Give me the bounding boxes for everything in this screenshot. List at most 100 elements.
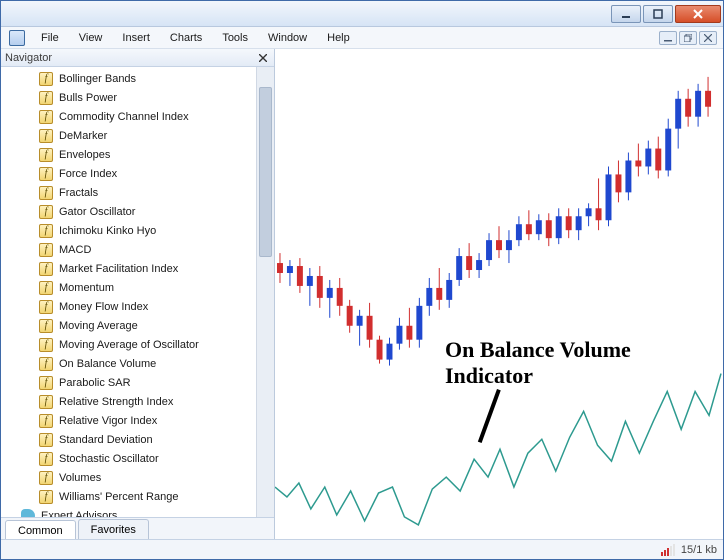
indicator-label: On Balance Volume — [59, 358, 156, 370]
indicator-item[interactable]: f Relative Strength Index — [39, 392, 256, 411]
menu-insert[interactable]: Insert — [112, 30, 160, 46]
restore-icon — [684, 34, 692, 42]
indicator-icon: f — [39, 376, 53, 390]
expert-advisors-icon — [21, 509, 35, 518]
indicator-label: Money Flow Index — [59, 301, 148, 313]
indicator-label: Standard Deviation — [59, 434, 153, 446]
close-icon — [692, 9, 704, 19]
expert-advisors-item[interactable]: Expert Advisors — [21, 506, 256, 517]
indicator-label: Bulls Power — [59, 92, 117, 104]
indicator-item[interactable]: f Fractals — [39, 183, 256, 202]
annotation-label: On Balance Volume Indicator — [445, 337, 631, 390]
close-icon — [259, 54, 267, 62]
tab-favorites[interactable]: Favorites — [78, 519, 149, 539]
navigator-scrollbar[interactable] — [256, 67, 274, 517]
indicator-item[interactable]: f Momentum — [39, 278, 256, 297]
menu-tools[interactable]: Tools — [212, 30, 258, 46]
indicator-label: Volumes — [59, 472, 101, 484]
indicator-item[interactable]: f On Balance Volume — [39, 354, 256, 373]
menu-view[interactable]: View — [69, 30, 113, 46]
close-button[interactable] — [675, 5, 721, 23]
close-icon — [704, 34, 712, 42]
indicator-icon: f — [39, 433, 53, 447]
indicator-label: Williams' Percent Range — [59, 491, 178, 503]
indicator-icon: f — [39, 72, 53, 86]
indicator-label: Commodity Channel Index — [59, 111, 189, 123]
minimize-button[interactable] — [611, 5, 641, 23]
indicator-item[interactable]: f Moving Average — [39, 316, 256, 335]
indicator-item[interactable]: fMarket Facilitation Index — [39, 259, 256, 278]
indicator-item[interactable]: fBollinger Bands — [39, 69, 256, 88]
scrollbar-thumb[interactable] — [259, 87, 272, 257]
indicator-icon: f — [39, 338, 53, 352]
indicator-label: Relative Strength Index — [59, 396, 173, 408]
indicator-icon: f — [39, 224, 53, 238]
indicator-icon: f — [39, 91, 53, 105]
indicator-icon: f — [39, 186, 53, 200]
mdi-restore-button[interactable] — [679, 31, 697, 45]
indicator-label: Force Index — [59, 168, 117, 180]
maximize-button[interactable] — [643, 5, 673, 23]
menu-charts[interactable]: Charts — [160, 30, 212, 46]
indicator-item[interactable]: fIchimoku Kinko Hyo — [39, 221, 256, 240]
indicator-icon: f — [39, 281, 53, 295]
indicator-item[interactable]: f Money Flow Index — [39, 297, 256, 316]
minimize-icon — [664, 34, 672, 42]
indicator-label: Relative Vigor Index — [59, 415, 157, 427]
chart-area[interactable]: On Balance Volume Indicator — [275, 49, 723, 539]
indicator-item[interactable]: f Force Index — [39, 164, 256, 183]
navigator-title: Navigator — [5, 52, 256, 64]
tab-common[interactable]: Common — [5, 520, 76, 539]
annotation-line2: Indicator — [445, 363, 631, 389]
indicator-icon: f — [39, 357, 53, 371]
titlebar — [1, 1, 723, 27]
indicator-item[interactable]: fGator Oscillator — [39, 202, 256, 221]
indicator-label: Moving Average of Oscillator — [59, 339, 199, 351]
navigator-panel: Navigator fBollinger BandsfBulls PowerfC… — [1, 49, 275, 539]
indicator-item[interactable]: fStochastic Oscillator — [39, 449, 256, 468]
indicator-icon: f — [39, 262, 53, 276]
indicator-label: Momentum — [59, 282, 114, 294]
indicator-label: DeMarker — [59, 130, 107, 142]
indicator-label: Gator Oscillator — [59, 206, 135, 218]
indicator-item[interactable]: f DeMarker — [39, 126, 256, 145]
indicator-icon: f — [39, 395, 53, 409]
navigator-tree[interactable]: fBollinger BandsfBulls PowerfCommodity C… — [1, 67, 256, 517]
indicator-item[interactable]: f Parabolic SAR — [39, 373, 256, 392]
indicator-item[interactable]: f Moving Average of Oscillator — [39, 335, 256, 354]
indicator-label: Stochastic Oscillator — [59, 453, 159, 465]
indicator-label: Fractals — [59, 187, 98, 199]
maximize-icon — [653, 9, 663, 19]
status-traffic: 15/1 kb — [681, 544, 717, 556]
mdi-minimize-button[interactable] — [659, 31, 677, 45]
navigator-header: Navigator — [1, 49, 274, 67]
indicator-item[interactable]: f Envelopes — [39, 145, 256, 164]
indicator-icon: f — [39, 300, 53, 314]
indicator-icon: f — [39, 414, 53, 428]
chart-svg — [275, 49, 723, 537]
indicator-item[interactable]: fCommodity Channel Index — [39, 107, 256, 126]
menu-file[interactable]: File — [31, 30, 69, 46]
indicator-icon: f — [39, 167, 53, 181]
menu-help[interactable]: Help — [317, 30, 360, 46]
indicator-item[interactable]: f Standard Deviation — [39, 430, 256, 449]
indicator-icon: f — [39, 319, 53, 333]
indicator-icon: f — [39, 148, 53, 162]
mdi-close-button[interactable] — [699, 31, 717, 45]
indicator-icon: f — [39, 129, 53, 143]
menu-window[interactable]: Window — [258, 30, 317, 46]
indicator-item[interactable]: f Bulls Power — [39, 88, 256, 107]
menubar: File View Insert Charts Tools Window Hel… — [1, 27, 723, 49]
indicator-item[interactable]: fVolumes — [39, 468, 256, 487]
minimize-icon — [621, 9, 631, 19]
indicator-label: Moving Average — [59, 320, 138, 332]
connection-icon — [661, 544, 675, 556]
indicator-item[interactable]: fMACD — [39, 240, 256, 259]
indicator-label: Envelopes — [59, 149, 110, 161]
annotation-line1: On Balance Volume — [445, 337, 631, 363]
indicator-item[interactable]: f Relative Vigor Index — [39, 411, 256, 430]
indicator-item[interactable]: f Williams' Percent Range — [39, 487, 256, 506]
indicator-icon: f — [39, 490, 53, 504]
navigator-close-button[interactable] — [256, 51, 270, 65]
indicator-label: Parabolic SAR — [59, 377, 131, 389]
